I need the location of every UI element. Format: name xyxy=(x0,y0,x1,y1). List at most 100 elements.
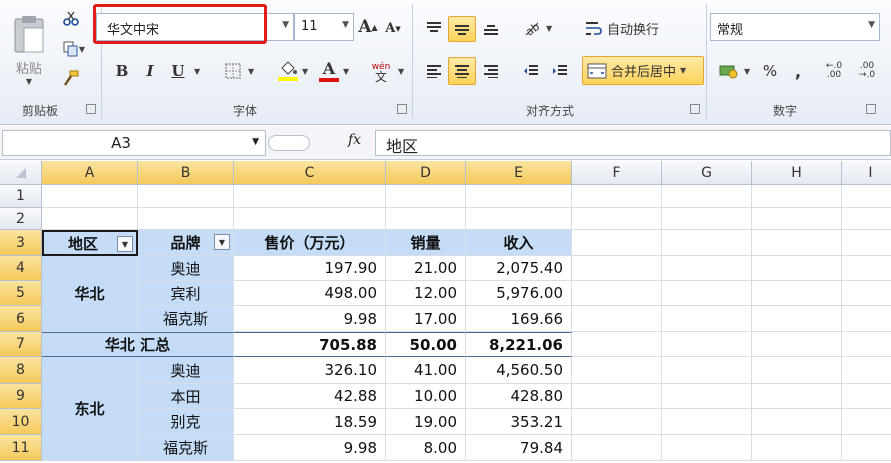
underline-button[interactable]: U xyxy=(166,58,190,84)
grid-cell[interactable] xyxy=(842,208,891,230)
grid-cell[interactable] xyxy=(572,332,662,357)
row-header[interactable]: 8 xyxy=(0,357,42,384)
grid-cell[interactable] xyxy=(752,208,842,230)
grid-cell[interactable] xyxy=(842,332,891,357)
number-format-combo[interactable]: 常规 ▼ xyxy=(710,13,880,41)
grid-cell[interactable] xyxy=(138,208,234,230)
pivot-revenue-cell[interactable]: 2,075.40 xyxy=(466,256,572,281)
borders-button[interactable] xyxy=(220,58,246,84)
pivot-brand-cell[interactable]: 本田 xyxy=(138,384,234,409)
column-header[interactable]: E xyxy=(466,161,572,185)
grid-cell[interactable] xyxy=(466,208,572,230)
italic-button[interactable]: I xyxy=(138,58,162,84)
grid-cell[interactable] xyxy=(662,230,752,256)
pivot-qty-cell[interactable]: 10.00 xyxy=(386,384,466,409)
formula-input[interactable]: 地区 xyxy=(375,130,891,156)
pivot-price-cell[interactable]: 42.88 xyxy=(234,384,386,409)
grid-cell[interactable] xyxy=(662,332,752,357)
pivot-brand-cell[interactable]: 奥迪 xyxy=(138,256,234,281)
insert-function-button[interactable]: fx xyxy=(348,132,370,152)
row-header[interactable]: 10 xyxy=(0,409,42,435)
pivot-revenue-cell[interactable]: 5,976.00 xyxy=(466,281,572,306)
grid-cell[interactable] xyxy=(572,208,662,230)
align-right-button[interactable] xyxy=(478,58,504,84)
pivot-price-cell[interactable]: 18.59 xyxy=(234,409,386,435)
grid-cell[interactable] xyxy=(752,357,842,384)
column-header[interactable]: D xyxy=(386,161,466,185)
pivot-price-cell[interactable]: 326.10 xyxy=(234,357,386,384)
grid-cell[interactable] xyxy=(842,281,891,306)
grid-cell[interactable] xyxy=(662,435,752,461)
grid-cell[interactable] xyxy=(752,409,842,435)
chevron-down-icon[interactable]: ▼ xyxy=(342,20,349,30)
grid-cell[interactable] xyxy=(662,185,752,208)
grid-cell[interactable] xyxy=(842,306,891,332)
pivot-price-cell[interactable]: 197.90 xyxy=(234,256,386,281)
font-color-button[interactable]: A xyxy=(316,56,342,86)
formula-splitter-handle[interactable] xyxy=(268,135,310,151)
pivot-subtotal-label[interactable]: 华北 汇总 xyxy=(42,332,234,357)
font-size-combo[interactable]: 11 ▼ xyxy=(294,13,354,41)
grid-cell[interactable] xyxy=(662,208,752,230)
pivot-qty-cell[interactable]: 19.00 xyxy=(386,409,466,435)
pivot-subtotal-price[interactable]: 705.88 xyxy=(234,332,386,357)
column-header[interactable]: F xyxy=(572,161,662,185)
grid-cell[interactable] xyxy=(572,185,662,208)
pivot-revenue-cell[interactable]: 4,560.50 xyxy=(466,357,572,384)
orientation-button[interactable]: ab xyxy=(518,15,546,41)
grid-cell[interactable] xyxy=(842,256,891,281)
paste-button[interactable]: 粘贴 ▼ xyxy=(6,6,52,94)
name-box[interactable]: A3 ▼ xyxy=(2,130,266,156)
wrap-text-button[interactable]: 自动换行 xyxy=(584,15,676,41)
column-header[interactable]: I xyxy=(842,161,891,185)
bold-button[interactable]: B xyxy=(110,58,134,84)
alignment-launcher-icon[interactable] xyxy=(690,104,700,114)
pivot-subtotal-revenue[interactable]: 8,221.06 xyxy=(466,332,572,357)
align-left-button[interactable] xyxy=(421,58,447,84)
pivot-qty-cell[interactable]: 21.00 xyxy=(386,256,466,281)
increase-decimal-button[interactable]: ←.0 .00 xyxy=(818,58,850,84)
column-header[interactable]: B xyxy=(138,161,234,185)
grid-cell[interactable] xyxy=(662,384,752,409)
fill-color-button[interactable] xyxy=(274,56,302,86)
grid-cell[interactable] xyxy=(752,384,842,409)
pivot-header-revenue[interactable]: 收入 xyxy=(466,230,572,256)
grid-cell[interactable] xyxy=(752,332,842,357)
grid-cell[interactable] xyxy=(752,306,842,332)
pivot-brand-cell[interactable]: 别克 xyxy=(138,409,234,435)
grid-cell[interactable] xyxy=(572,357,662,384)
chevron-down-icon[interactable]: ▼ xyxy=(398,67,404,76)
column-header[interactable]: C xyxy=(234,161,386,185)
grid-cell[interactable] xyxy=(752,185,842,208)
clipboard-launcher-icon[interactable] xyxy=(86,104,96,114)
grid-cell[interactable] xyxy=(752,256,842,281)
grid-cell[interactable] xyxy=(572,281,662,306)
grid-cell[interactable] xyxy=(662,306,752,332)
chevron-down-icon[interactable]: ▼ xyxy=(194,67,200,76)
grid-cell[interactable] xyxy=(662,409,752,435)
pivot-brand-cell[interactable]: 奥迪 xyxy=(138,357,234,384)
select-all-corner[interactable] xyxy=(0,161,42,185)
align-bottom-button[interactable] xyxy=(478,16,504,40)
pivot-subtotal-qty[interactable]: 50.00 xyxy=(386,332,466,357)
pivot-region-cell[interactable]: 东北 xyxy=(42,357,138,461)
grid-cell[interactable] xyxy=(662,281,752,306)
decrease-indent-button[interactable] xyxy=(518,58,544,84)
increase-indent-button[interactable] xyxy=(547,58,573,84)
row-header[interactable]: 11 xyxy=(0,435,42,461)
percent-button[interactable]: % xyxy=(757,58,783,84)
format-painter-button[interactable] xyxy=(58,66,84,90)
row-header[interactable]: 9 xyxy=(0,384,42,409)
chevron-down-icon[interactable]: ▼ xyxy=(248,67,254,76)
grid-cell[interactable] xyxy=(572,435,662,461)
grid-cell[interactable] xyxy=(842,435,891,461)
grid-cell[interactable] xyxy=(752,230,842,256)
grid-cell[interactable] xyxy=(466,185,572,208)
pivot-header-region[interactable]: 地区 ▼ xyxy=(42,230,138,256)
pivot-revenue-cell[interactable]: 428.80 xyxy=(466,384,572,409)
grid-cell[interactable] xyxy=(386,185,466,208)
pivot-revenue-cell[interactable]: 169.66 xyxy=(466,306,572,332)
grid-cell[interactable] xyxy=(842,185,891,208)
row-header[interactable]: 5 xyxy=(0,281,42,306)
column-header[interactable]: A xyxy=(42,161,138,185)
